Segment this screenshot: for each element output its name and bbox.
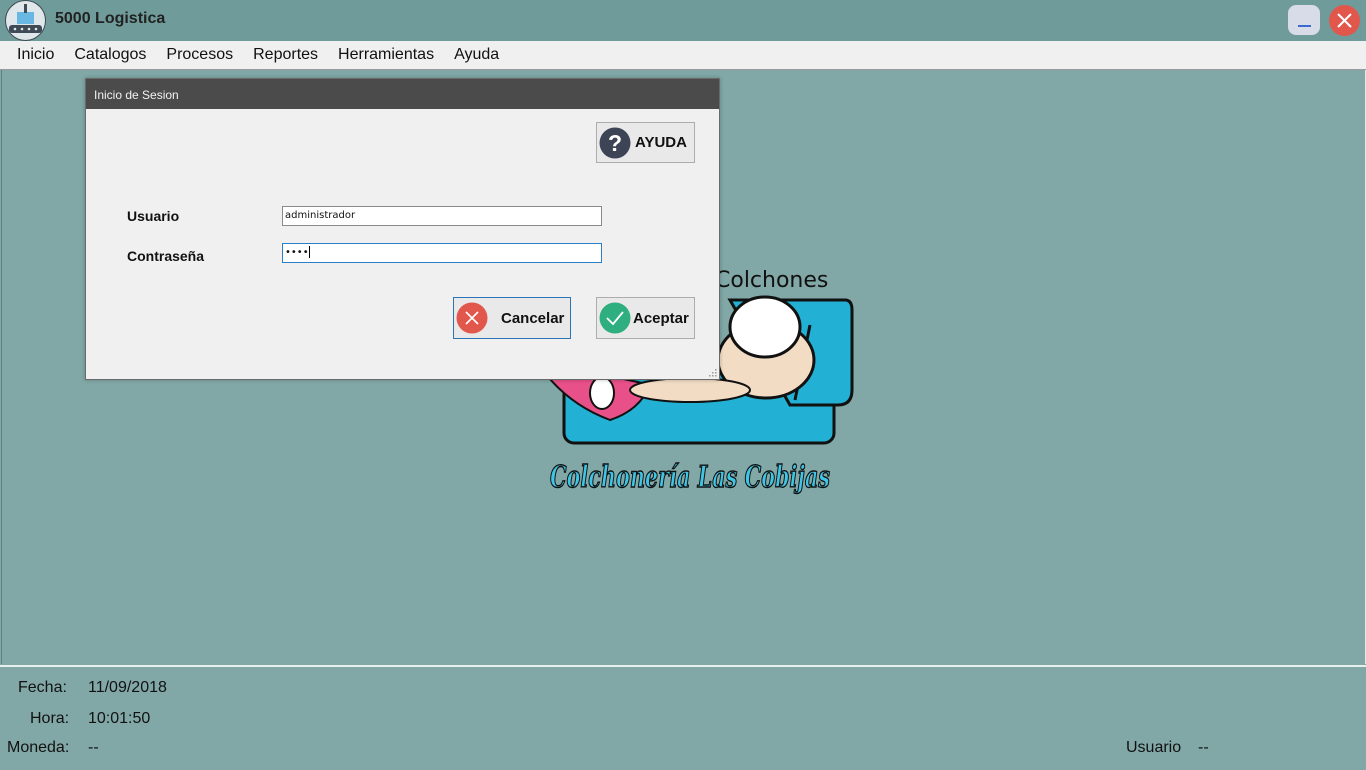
contrasena-value: •••• bbox=[285, 247, 309, 258]
cancel-icon bbox=[456, 302, 488, 334]
hora-value: 10:01:50 bbox=[88, 710, 151, 727]
check-icon bbox=[599, 302, 631, 334]
status-usuario-label: Usuario bbox=[1126, 739, 1182, 756]
status-usuario-value: -- bbox=[1198, 739, 1209, 756]
dialog-title-bar[interactable]: Inicio de Sesion bbox=[86, 79, 719, 109]
contrasena-label: Contraseña bbox=[127, 248, 205, 264]
menu-catalogos[interactable]: Catalogos bbox=[64, 41, 156, 69]
dialog-title: Inicio de Sesion bbox=[94, 88, 179, 102]
fecha-label: Fecha: bbox=[18, 679, 67, 696]
accept-label: Aceptar bbox=[633, 310, 689, 327]
usuario-label: Usuario bbox=[127, 208, 180, 224]
cart-logo-icon bbox=[5, 0, 46, 41]
hora-label: Hora: bbox=[30, 710, 70, 727]
status-area: Fecha: 11/09/2018 Hora: 10:01:50 Moneda:… bbox=[0, 665, 1366, 770]
contrasena-input[interactable]: •••• bbox=[282, 243, 602, 263]
text-caret bbox=[308, 246, 310, 258]
usuario-value: administrador bbox=[285, 210, 356, 221]
login-dialog: Inicio de Sesion ? AYUDA Usuario adminis… bbox=[85, 78, 720, 380]
menu-inicio[interactable]: Inicio bbox=[0, 41, 64, 69]
fecha-value: 11/09/2018 bbox=[88, 679, 167, 696]
menu-bar: Inicio Catalogos Procesos Reportes Herra… bbox=[0, 41, 1366, 70]
help-icon: ? bbox=[599, 127, 631, 159]
moneda-label: Moneda: bbox=[7, 739, 70, 756]
menu-reportes[interactable]: Reportes bbox=[243, 41, 328, 69]
svg-text:?: ? bbox=[608, 130, 622, 156]
accept-button[interactable]: Aceptar bbox=[596, 297, 695, 339]
close-button[interactable] bbox=[1329, 5, 1360, 36]
logo-top-text: Colchones bbox=[715, 268, 828, 293]
title-bar: 5000 Logistica bbox=[0, 0, 1366, 41]
usuario-input[interactable]: administrador bbox=[282, 206, 602, 226]
close-icon bbox=[1337, 13, 1352, 28]
cancel-button[interactable]: Cancelar bbox=[453, 297, 571, 339]
resize-grip-icon[interactable] bbox=[708, 368, 717, 377]
menu-ayuda[interactable]: Ayuda bbox=[444, 41, 509, 69]
logo-brand-text: Colchonería Las Cobijas bbox=[550, 460, 830, 495]
moneda-value: -- bbox=[88, 739, 99, 756]
app-title: 5000 Logistica bbox=[55, 10, 166, 27]
help-button[interactable]: ? AYUDA bbox=[596, 122, 695, 163]
cancel-label: Cancelar bbox=[501, 310, 565, 327]
minimize-button[interactable] bbox=[1288, 5, 1320, 35]
menu-procesos[interactable]: Procesos bbox=[156, 41, 243, 69]
help-label: AYUDA bbox=[635, 134, 687, 151]
menu-herramientas[interactable]: Herramientas bbox=[328, 41, 444, 69]
